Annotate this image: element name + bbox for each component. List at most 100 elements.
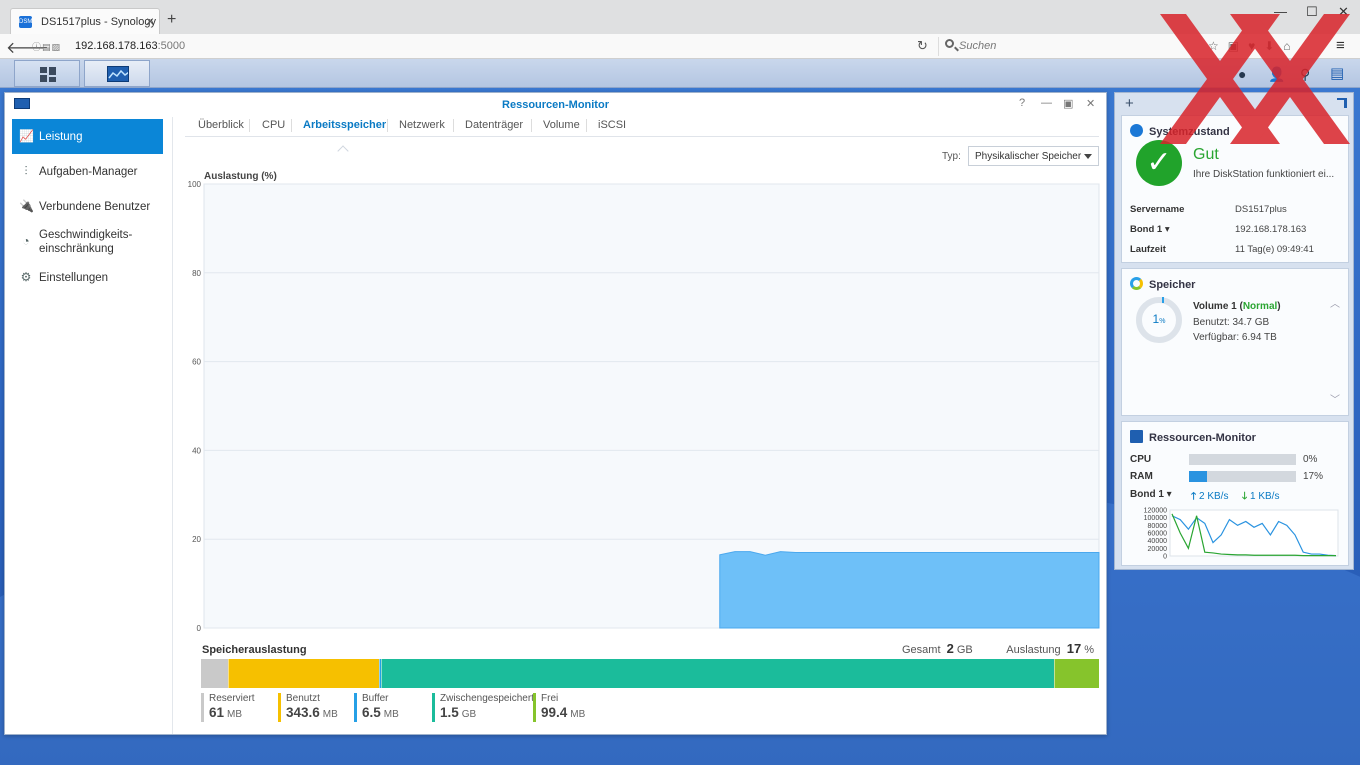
sidebar-item-label: Einstellungen	[39, 271, 109, 284]
widget-title: Ressourcen-Monitor	[1130, 430, 1256, 444]
system-status: Gut	[1193, 146, 1219, 163]
volume-title: Volume 1 (Normal)	[1193, 301, 1281, 312]
dsm-taskbar: ● 👤 ⚲ ▤	[0, 59, 1360, 88]
mini-chart-y-tick-label: 120000	[1144, 508, 1167, 515]
tab-arbeitsspeicher[interactable]: Arbeitsspeicher	[303, 119, 386, 131]
window-close-icon[interactable]: ✕	[1086, 97, 1095, 110]
widget-panel: + Systemzustand ✓ Gut Ihre DiskStation f…	[1114, 92, 1354, 570]
window-minimize-icon[interactable]: —	[1041, 97, 1052, 109]
maximize-icon[interactable]: ☐	[1306, 4, 1318, 20]
sidebar-item-label: Geschwindigkeits- einschränkung	[39, 229, 133, 255]
new-tab-icon[interactable]: +	[167, 11, 176, 29]
legend-reserviert: Reserviert 61 MB	[201, 693, 255, 722]
ram-label: RAM	[1130, 471, 1153, 482]
legend-buffer: Buffer 6.5 MB	[354, 693, 399, 722]
memory-usage-title: Speicherauslastung	[202, 644, 307, 656]
gear-icon: ⚙	[20, 270, 32, 284]
mini-chart-y-tick-label: 60000	[1148, 531, 1168, 538]
bond-ip-value: 192.168.178.163	[1235, 224, 1307, 235]
type-select[interactable]: Physikalischer Speicher	[968, 146, 1099, 166]
sidebar: 📈 Leistung ⫶ Aufgaben-Manager 🔌 Verbunde…	[5, 117, 173, 734]
help-icon[interactable]: ?	[1019, 97, 1025, 109]
usage-bar-segment	[1054, 659, 1099, 688]
main-menu-button[interactable]	[14, 60, 80, 87]
notifications-chat-icon[interactable]: ●	[1238, 66, 1246, 82]
sidebar-item-einstellungen[interactable]: ⚙ Einstellungen	[12, 260, 163, 295]
browser-tab[interactable]: DSM DS1517plus - Synology DiskS	[10, 8, 160, 35]
tab-ueberblick[interactable]: Überblick	[198, 119, 244, 131]
chevron-up-icon[interactable]: ︿	[1330, 295, 1340, 310]
storage-donut-icon	[1130, 277, 1143, 290]
browser-tab-title: DS1517plus - Synology DiskS	[41, 16, 159, 28]
sidebar-item-verbundene-benutzer[interactable]: 🔌 Verbundene Benutzer	[12, 189, 163, 224]
tab-close-icon[interactable]: ×	[146, 13, 154, 29]
tab-datentraeger[interactable]: Datenträger	[465, 119, 523, 131]
tab-netzwerk[interactable]: Netzwerk	[399, 119, 445, 131]
browser-tab-bar: DSM DS1517plus - Synology DiskS × + — ☐ …	[0, 0, 1360, 35]
chart-y-tick-label: 40	[192, 446, 201, 455]
sidebar-item-geschwindigkeitseinschraenkung[interactable]: ◔ Geschwindigkeits- einschränkung	[12, 225, 163, 259]
sidebar-item-label: Leistung	[39, 130, 83, 143]
type-select-value: Physikalischer Speicher	[975, 151, 1082, 162]
download-rate: 🡓 1 KB/s	[1242, 491, 1280, 502]
widgets-toggle-icon[interactable]: ▤	[1330, 64, 1344, 82]
usage-bar-segment	[381, 659, 1055, 688]
sidebar-item-leistung[interactable]: 📈 Leistung	[12, 119, 163, 154]
toolbar-icons[interactable]: ☆▣♥⬇⌂	[1208, 39, 1300, 53]
mini-chart-y-tick-label: 0	[1163, 554, 1167, 561]
legend-zwischengespeichert: Zwischengespeichert 1.5 GB	[432, 693, 534, 722]
memory-usage-value: 17	[1066, 641, 1082, 656]
memory-usage-chart: 0 20 40 60 80 100 Auslastung (%)	[188, 171, 1100, 631]
chart-y-axis-label: Auslastung (%)	[204, 171, 277, 182]
chevron-down-icon[interactable]: ﹀	[1330, 391, 1340, 406]
mini-chart-y-tick-label: 100000	[1144, 515, 1167, 522]
user-icon[interactable]: 👤	[1268, 66, 1285, 83]
cpu-meter	[1189, 454, 1296, 465]
minimize-icon[interactable]: —	[1274, 4, 1287, 19]
dsm-search-icon[interactable]: ⚲	[1300, 66, 1310, 83]
dsm-favicon-icon: DSM	[19, 16, 32, 28]
mini-chart-y-tick-label: 80000	[1148, 523, 1168, 530]
resource-monitor-icon	[1130, 430, 1143, 443]
sidebar-item-aufgaben-manager[interactable]: ⫶ Aufgaben-Manager	[12, 154, 163, 189]
mini-chart-y-tick-label: 40000	[1148, 538, 1168, 545]
reload-icon[interactable]: ↻	[917, 38, 928, 54]
site-info-icon[interactable]: ⓘ▤▨	[32, 40, 61, 53]
system-status-text: Ihre DiskStation funktioniert ei...	[1193, 169, 1335, 180]
chart-series-area	[719, 551, 1100, 629]
volume-used: Benutzt: 34.7 GB	[1193, 317, 1270, 328]
close-icon[interactable]: ✕	[1338, 4, 1349, 20]
chart-y-tick-label: 80	[192, 269, 201, 278]
pin-panel-icon[interactable]	[1337, 98, 1347, 108]
taskbar-resource-monitor-button[interactable]	[84, 60, 150, 87]
cpu-value: 0%	[1303, 454, 1318, 465]
search-icon	[945, 39, 954, 48]
arrow-down-icon: 🡓	[1242, 491, 1248, 502]
tab-cpu[interactable]: CPU	[262, 119, 285, 131]
widget-title: Speicher	[1130, 277, 1195, 291]
resource-tabs: Überblick CPU Arbeitsspeicher Netzwerk D…	[185, 111, 1099, 157]
usage-bar-segment	[201, 659, 228, 688]
bond-dropdown[interactable]: Bond 1 ▾	[1130, 224, 1170, 235]
add-widget-icon[interactable]: +	[1125, 95, 1134, 112]
search-input[interactable]: Suchen	[938, 37, 1192, 56]
tab-iscsi[interactable]: iSCSI	[598, 119, 626, 131]
checkmark-icon: ✓	[1136, 140, 1182, 186]
servername-key: Servername	[1130, 204, 1185, 215]
storage-usage-donut: 1%	[1136, 297, 1182, 343]
bond-dropdown[interactable]: Bond 1 ▾	[1130, 489, 1172, 500]
address-toolbar: 🡐 ⓘ▤▨ 192.168.178.163:5000 ↻ Suchen ☆▣♥⬇…	[0, 34, 1360, 59]
chart-y-tick-label: 60	[192, 358, 201, 367]
performance-chart-icon: 📈	[19, 129, 34, 143]
sidebar-item-label: Aufgaben-Manager	[39, 165, 138, 178]
url-field[interactable]: 192.168.178.163:5000	[75, 40, 185, 52]
cpu-label: CPU	[1130, 454, 1152, 465]
plug-icon: 🔌	[19, 199, 34, 213]
type-label: Typ:	[942, 151, 961, 162]
tab-volume[interactable]: Volume	[543, 119, 580, 131]
widget-title: Systemzustand	[1130, 124, 1230, 138]
window-title: Ressourcen-Monitor	[502, 99, 609, 111]
chart-y-tick-label: 0	[197, 624, 202, 631]
hamburger-menu-icon[interactable]: ≡	[1336, 37, 1345, 54]
window-maximize-icon[interactable]: ▣	[1063, 97, 1073, 110]
